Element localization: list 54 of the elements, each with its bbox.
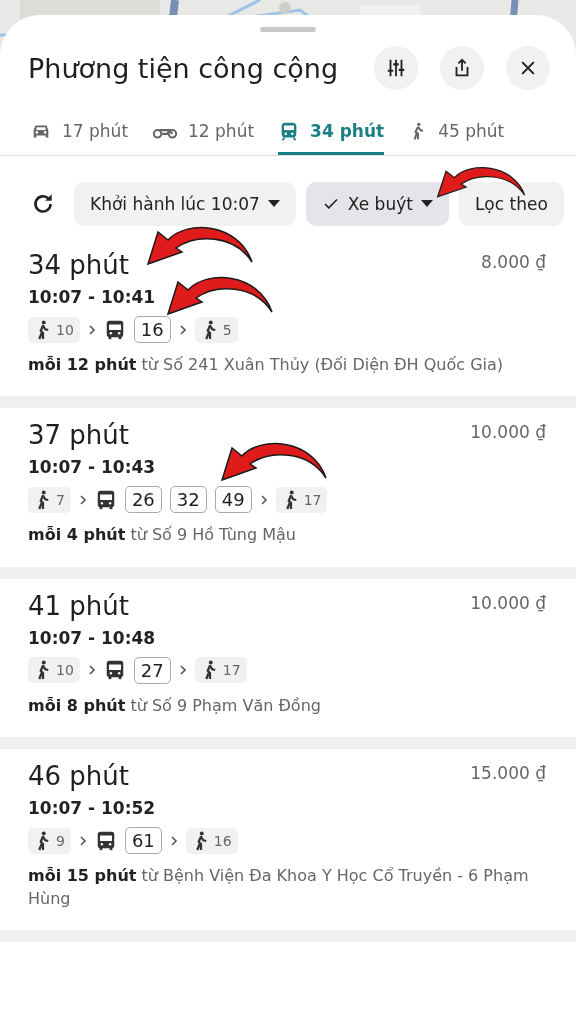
walk-minutes: 17	[222, 662, 241, 679]
route-card[interactable]: 46 phút 15.000 ₫ 10:07 - 10:52 9 61 16 mỗi 15 phút từ Bệnh Viện Đa Khoa Y Học Cổ Truyền - 6 Phạm Hùng	[0, 749, 576, 930]
mode-tab[interactable]: 12 phút	[152, 116, 255, 155]
route-fare: 15.000 ₫	[470, 762, 546, 784]
mode-tab[interactable]: 17 phút	[30, 116, 129, 155]
walk-minutes: 7	[56, 491, 65, 508]
walk-minutes: 10	[56, 662, 74, 679]
chevron-icon	[87, 324, 96, 335]
route-card[interactable]: 34 phút 8.000 ₫ 10:07 - 10:41 10 16 5 mỗi 12 phút từ Số 241 Xuân Thủy (Đối Diện ĐH Quốc Gia)	[0, 238, 576, 397]
route-fare: 10.000 ₫	[470, 591, 546, 613]
route-duration: 41 phút	[28, 590, 129, 621]
mode-tab[interactable]: 45 phút	[408, 116, 505, 155]
departure-info: mỗi 15 phút từ Bệnh Viện Đa Khoa Y Học Cổ Truyền - 6 Phạm Hùng	[28, 865, 530, 910]
chevron-icon	[169, 835, 178, 846]
route-times: 10:07 - 10:41	[28, 287, 157, 307]
bus-route-number: 26	[124, 486, 162, 514]
sliders-icon	[385, 57, 407, 79]
route-fare: 10.000 ₫	[470, 421, 546, 443]
bus-route-number: 49	[214, 486, 252, 514]
sheet-title: Phương tiện công cộng	[28, 52, 340, 84]
route-card[interactable]: 41 phút 10.000 ₫ 10:07 - 10:48 10 27 17 mỗi 8 phút từ Số 9 Phạm Văn Đồng	[0, 578, 576, 738]
departure-info: mỗi 12 phút từ Số 241 Xuân Thủy (Đối Diện ĐH Quốc Gia)	[28, 354, 505, 376]
chevron-icon	[78, 835, 87, 846]
filter-chip[interactable]: Lọc theo	[458, 182, 564, 226]
bus-route-number: 61	[124, 827, 162, 855]
walk-minutes: 5	[222, 321, 232, 338]
route-times: 10:07 - 10:43	[28, 457, 157, 478]
departure-info: mỗi 8 phút từ Số 9 Phạm Văn Đồng	[28, 694, 322, 717]
bus-route-number: 16	[133, 316, 171, 343]
walk-minutes: 16	[213, 832, 232, 849]
route-times: 10:07 - 10:52	[28, 798, 157, 819]
chevron-icon	[78, 494, 87, 505]
bus-route-number: 32	[169, 486, 207, 514]
route-duration: 34 phút	[28, 250, 129, 280]
walk-minutes: 9	[56, 832, 65, 849]
mode-tab[interactable]: 34 phút	[278, 116, 385, 155]
bus-route-number: 27	[133, 656, 171, 684]
route-duration: 46 phút	[28, 761, 129, 792]
close-button[interactable]	[506, 46, 550, 90]
filter-chip[interactable]: Xe buýt	[305, 182, 449, 226]
chevron-icon	[178, 324, 187, 335]
filter-chip[interactable]: Khởi hành lúc 10:07	[74, 182, 296, 226]
route-duration: 37 phút	[28, 420, 129, 451]
route-times: 10:07 - 10:48	[28, 627, 157, 648]
walk-minutes: 10	[56, 321, 74, 338]
route-fare: 8.000 ₫	[481, 251, 546, 272]
departure-info: mỗi 4 phút từ Số 9 Hồ Tùng Mậu	[28, 524, 297, 547]
chevron-icon	[259, 494, 268, 505]
chevron-icon	[87, 665, 96, 676]
settings-button[interactable]	[374, 46, 418, 90]
route-card[interactable]: 37 phút 10.000 ₫ 10:07 - 10:43 7 26 32 49 17 mỗi 4 phút từ Số 9 Hồ Tùng Mậu	[0, 408, 576, 567]
walk-minutes: 17	[303, 491, 322, 508]
chevron-icon	[178, 665, 187, 676]
share-button[interactable]	[440, 46, 484, 90]
